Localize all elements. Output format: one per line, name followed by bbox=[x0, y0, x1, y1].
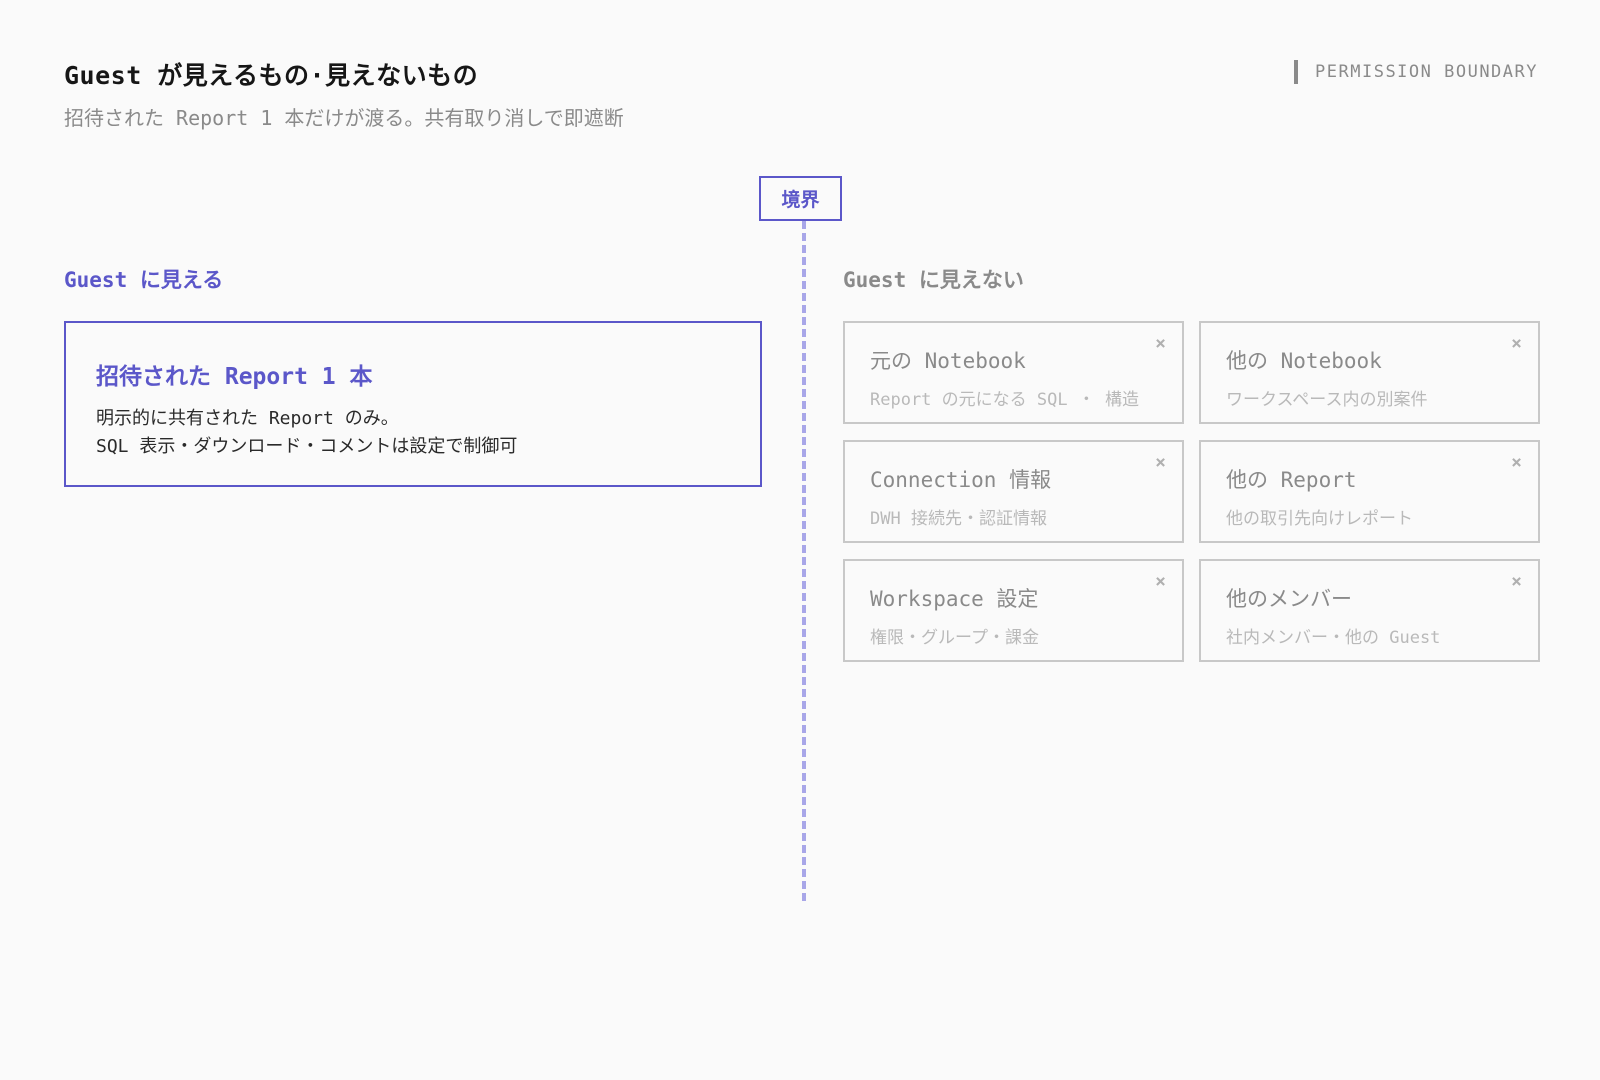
hidden-item-card: × 他の Report 他の取引先向けレポート bbox=[1199, 440, 1540, 543]
hidden-item-title: 他の Report bbox=[1226, 468, 1357, 492]
hidden-item-subtitle: 権限・グループ・課金 bbox=[870, 628, 1039, 648]
visible-column-heading: Guest に見える bbox=[64, 268, 224, 292]
hidden-item-card: × Workspace 設定 権限・グループ・課金 bbox=[843, 559, 1184, 662]
hidden-item-title: 他のメンバー bbox=[1226, 587, 1352, 611]
page-subtitle: 招待された Report 1 本だけが渡る。共有取り消しで即遮断 bbox=[64, 106, 624, 130]
hidden-item-title: 元の Notebook bbox=[870, 349, 1026, 373]
hidden-item-title: Workspace 設定 bbox=[870, 587, 1039, 611]
hidden-column-heading: Guest に見えない bbox=[843, 268, 1024, 292]
page-title: Guest が見えるもの·見えないもの bbox=[64, 61, 479, 90]
hidden-item-subtitle: 社内メンバー・他の Guest bbox=[1226, 628, 1441, 648]
close-icon: × bbox=[1511, 571, 1522, 592]
close-icon: × bbox=[1155, 452, 1166, 473]
close-icon: × bbox=[1511, 452, 1522, 473]
boundary-line bbox=[802, 221, 806, 901]
hidden-item-subtitle: DWH 接続先・認証情報 bbox=[870, 509, 1047, 529]
close-icon: × bbox=[1155, 333, 1166, 354]
visible-report-card: 招待された Report 1 本 明示的に共有された Report のみ。 SQ… bbox=[64, 321, 762, 487]
hidden-items-grid: × 元の Notebook Report の元になる SQL ・ 構造 × 他の… bbox=[843, 321, 1540, 662]
visible-card-title: 招待された Report 1 本 bbox=[96, 364, 373, 390]
hidden-item-card: × Connection 情報 DWH 接続先・認証情報 bbox=[843, 440, 1184, 543]
visible-card-line: SQL 表示・ダウンロード・コメントは設定で制御可 bbox=[96, 436, 518, 457]
hidden-item-title: 他の Notebook bbox=[1226, 349, 1382, 373]
hidden-item-title: Connection 情報 bbox=[870, 468, 1052, 492]
close-icon: × bbox=[1511, 333, 1522, 354]
hidden-item-subtitle: 他の取引先向けレポート bbox=[1226, 509, 1413, 529]
visible-card-description: 明示的に共有された Report のみ。 SQL 表示・ダウンロード・コメントは… bbox=[96, 405, 730, 461]
hidden-item-subtitle: ワークスペース内の別案件 bbox=[1226, 390, 1428, 410]
close-icon: × bbox=[1155, 571, 1166, 592]
hidden-item-card: × 他の Notebook ワークスペース内の別案件 bbox=[1199, 321, 1540, 424]
hidden-item-card: × 他のメンバー 社内メンバー・他の Guest bbox=[1199, 559, 1540, 662]
boundary-label: 境界 bbox=[759, 176, 842, 221]
section-tag: PERMISSION BOUNDARY bbox=[1294, 60, 1538, 84]
hidden-item-card: × 元の Notebook Report の元になる SQL ・ 構造 bbox=[843, 321, 1184, 424]
visible-card-line: 明示的に共有された Report のみ。 bbox=[96, 408, 399, 429]
hidden-item-subtitle: Report の元になる SQL ・ 構造 bbox=[870, 390, 1140, 410]
